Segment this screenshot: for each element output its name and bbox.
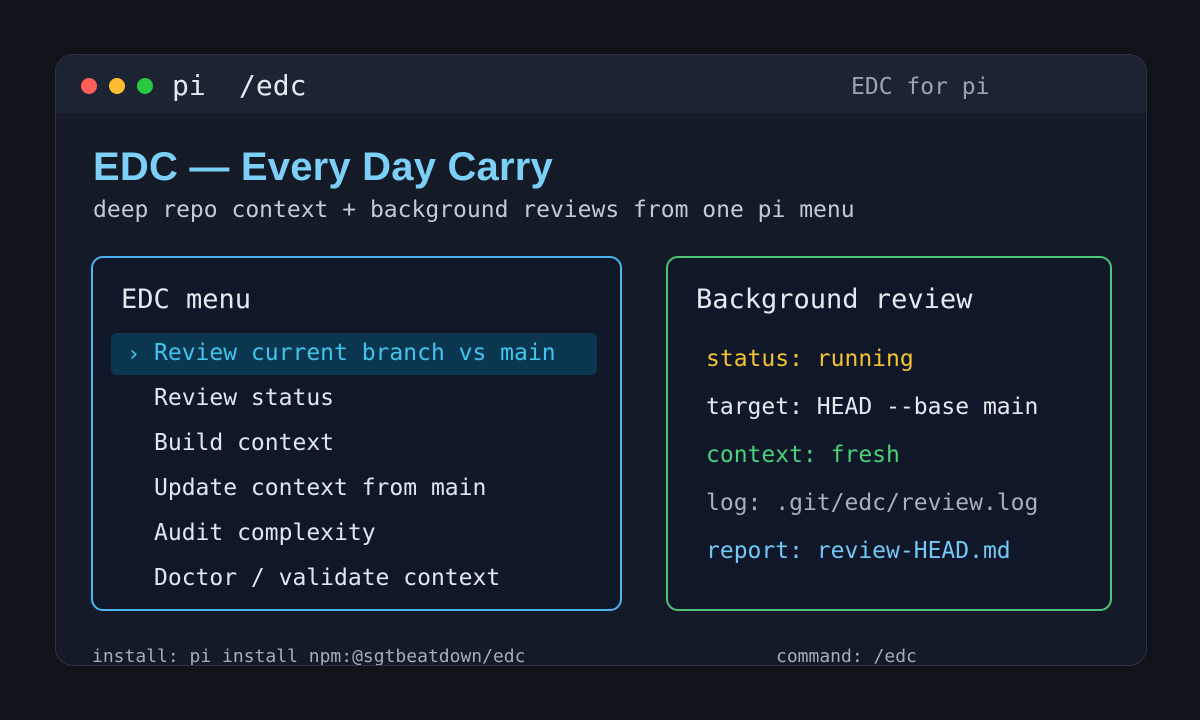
menu-title: EDC menu xyxy=(121,284,252,315)
active-command: /edc xyxy=(239,69,307,102)
review-value: review-HEAD.md xyxy=(816,538,1011,564)
review-value: running xyxy=(816,346,914,372)
menu-item[interactable]: Review status xyxy=(111,378,597,420)
command-hint: command: /edc xyxy=(776,646,917,666)
menu-item[interactable]: Build context xyxy=(111,423,597,465)
review-key: target: xyxy=(706,394,803,420)
zoom-window-button[interactable] xyxy=(137,78,153,94)
terminal-window: pi /edc EDC for pi EDC — Every Day Carry… xyxy=(55,54,1147,666)
menu-item-label: Review status xyxy=(154,385,335,411)
review-title: Background review xyxy=(696,284,973,315)
menu-item-label: Doctor / validate context xyxy=(154,565,501,591)
selection-caret-icon: › xyxy=(127,342,141,367)
background-review-panel: Background review status: running target:… xyxy=(666,256,1112,611)
review-line: status: running xyxy=(706,346,914,372)
menu-item[interactable]: Doctor / validate context xyxy=(111,558,597,600)
title-bar: pi /edc EDC for pi xyxy=(56,55,1146,113)
review-value: .git/edc/review.log xyxy=(775,490,1039,516)
window-title: EDC for pi xyxy=(851,74,990,100)
page-title: EDC — Every Day Carry xyxy=(93,145,553,189)
review-line: report: review-HEAD.md xyxy=(706,538,1011,564)
review-key: report: xyxy=(706,538,803,564)
menu-item[interactable]: Update context from main xyxy=(111,468,597,510)
menu-item[interactable]: Audit complexity xyxy=(111,513,597,555)
app-name: pi xyxy=(172,69,206,102)
review-value: HEAD --base main xyxy=(816,394,1039,420)
review-line: log: .git/edc/review.log xyxy=(706,490,1038,516)
menu-item-label: Review current branch vs main xyxy=(154,340,556,366)
review-line: target: HEAD --base main xyxy=(706,394,1038,420)
menu-item-label: Update context from main xyxy=(154,475,487,501)
menu-item-label: Audit complexity xyxy=(154,520,376,546)
close-window-button[interactable] xyxy=(81,78,97,94)
review-key: context: xyxy=(706,442,817,468)
menu-item-label: Build context xyxy=(154,430,335,456)
review-value: fresh xyxy=(830,442,900,468)
menu-item[interactable]: › Review current branch vs main xyxy=(111,333,597,375)
edc-menu-panel: EDC menu › Review current branch vs main R… xyxy=(91,256,622,611)
review-line: context: fresh xyxy=(706,442,900,468)
review-key: status: xyxy=(706,346,803,372)
page-subtitle: deep repo context + background reviews f… xyxy=(93,197,855,223)
review-key: log: xyxy=(706,490,762,516)
install-hint: install: pi install npm:@sgtbeatdown/edc xyxy=(92,646,526,666)
minimize-window-button[interactable] xyxy=(109,78,125,94)
